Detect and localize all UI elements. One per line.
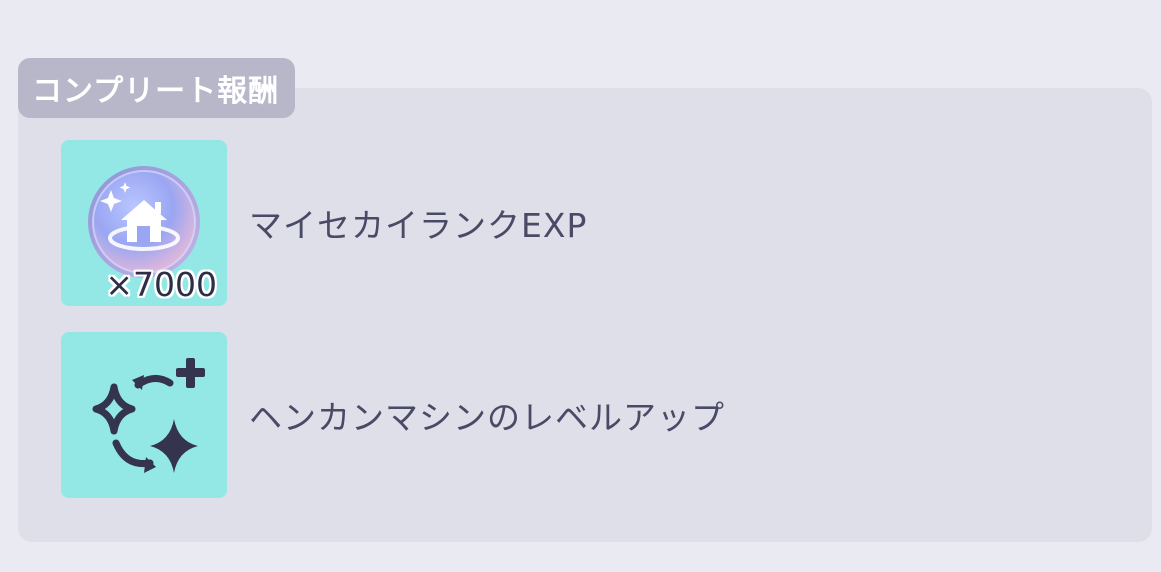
reward-item-machine-levelup[interactable]: ヘンカンマシンのレベルアップ <box>61 332 725 498</box>
section-title: コンプリート報酬 <box>32 74 280 109</box>
reward-item-rank-exp[interactable]: ×7000 マイセカイランクEXP <box>61 140 587 306</box>
reward-label: マイセカイランクEXP <box>249 206 588 245</box>
reward-tile <box>61 332 227 498</box>
reward-quantity: ×7000 <box>105 265 217 304</box>
reward-tile: ×7000 <box>61 140 227 306</box>
reward-label: ヘンカンマシンのレベルアップ <box>249 398 725 437</box>
sparkle-levelup-icon <box>92 358 205 473</box>
complete-reward-tab: コンプリート報酬 <box>18 58 296 118</box>
